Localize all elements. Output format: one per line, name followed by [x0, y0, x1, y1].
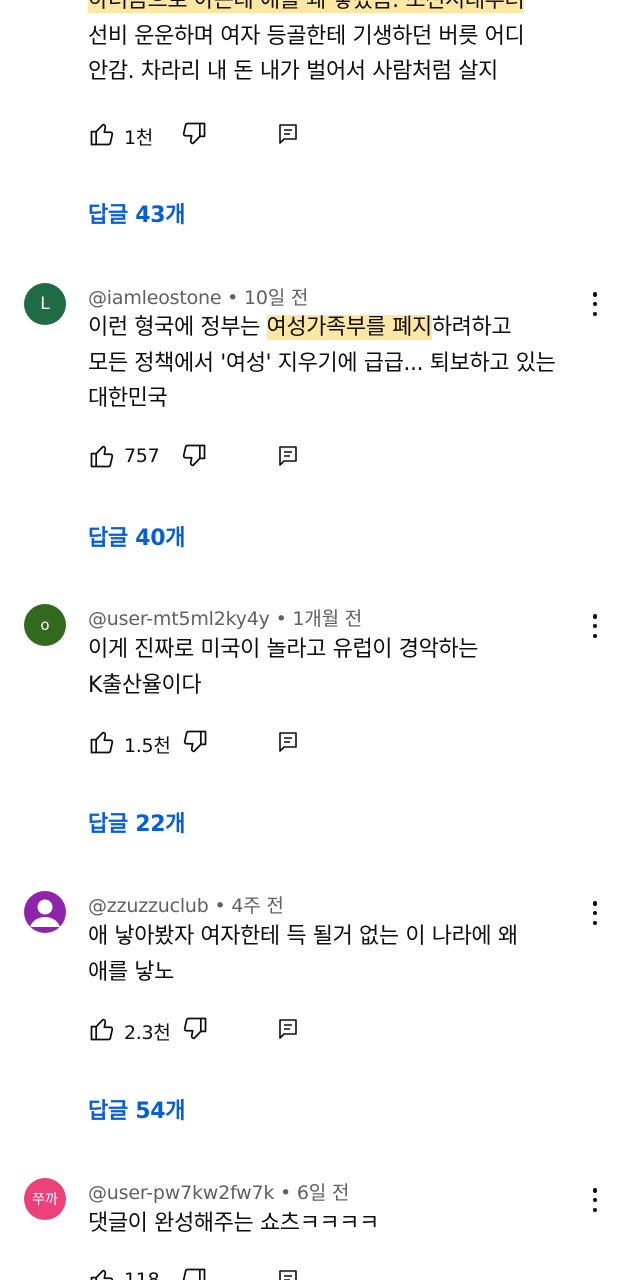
like-count: 118: [124, 1269, 160, 1280]
comment-text: 애 낳아봤자 여자한테 득 될거 없는 이 나라에 왜 애를 낳노: [88, 919, 598, 990]
like-count: 757: [124, 445, 160, 467]
comment-text-line: 애 낳아봤자 여자한테 득 될거 없는 이 나라에 왜: [88, 924, 518, 949]
comment-actions: 1.5천: [88, 728, 508, 758]
username[interactable]: @iamleostone: [88, 287, 222, 309]
view-replies-link[interactable]: 답글 40개: [88, 520, 186, 552]
view-replies-link[interactable]: 답글 22개: [88, 806, 186, 838]
thumbs-up-icon[interactable]: [88, 1266, 116, 1280]
separator-dot: •: [214, 895, 232, 917]
view-replies-link[interactable]: 답글 54개: [88, 1093, 186, 1125]
reply-comment-icon[interactable]: [276, 444, 300, 468]
avatar[interactable]: L: [24, 283, 66, 325]
separator-dot: •: [227, 287, 245, 309]
comment-text: 이게 진짜로 미국이 놀라고 유럽이 경악하는 K출산율이다: [88, 632, 598, 703]
text-segment: 이런 형국에 정부는: [88, 315, 267, 340]
comment-text-line: 이게 진짜로 미국이 놀라고 유럽이 경악하는: [88, 637, 479, 662]
like-count: 1.5천: [124, 735, 171, 757]
thumbs-down-icon[interactable]: [181, 1015, 209, 1043]
thumbs-up-icon[interactable]: [88, 1015, 116, 1043]
reply-comment-icon[interactable]: [276, 122, 300, 146]
like-count: 2.3천: [124, 1022, 171, 1044]
username[interactable]: @zzuzzuclub: [88, 895, 209, 917]
thumbs-up-icon[interactable]: [88, 442, 116, 470]
thumbs-up-icon[interactable]: [88, 120, 116, 148]
comment-header: @zzuzzuclub • 4주 전: [88, 891, 284, 918]
highlighted-text: 여성가족부를 폐지: [266, 315, 432, 340]
comment-header: @iamleostone • 10일 전: [88, 283, 308, 310]
view-replies-link[interactable]: 답글 43개: [88, 197, 186, 229]
comment-actions: 1천: [88, 120, 508, 150]
comment-text: 하녀쯤으로 아는데 애를 왜 낳겠음. 조선시대부터 선비 운운하며 여자 등골…: [88, 0, 598, 90]
reply-comment-icon[interactable]: [276, 1017, 300, 1041]
default-user-icon: [30, 899, 60, 927]
avatar[interactable]: 쭈까: [24, 1178, 66, 1220]
separator-dot: •: [280, 1182, 297, 1204]
comment-actions: 757: [88, 442, 508, 472]
comment-header: @user-mt5ml2ky4y • 1개월 전: [88, 604, 362, 631]
comment-text: 댓글이 완성해주는 쇼츠ㅋㅋㅋㅋ: [88, 1206, 598, 1242]
avatar[interactable]: o: [24, 604, 66, 646]
reply-comment-icon[interactable]: [276, 1268, 300, 1280]
comment-text-line: K출산율이다: [88, 672, 202, 698]
comment-text-line: 대한민국: [88, 386, 168, 411]
thumbs-down-icon[interactable]: [181, 728, 209, 756]
comment-time: 1개월 전: [292, 608, 362, 630]
comment-time: 6일 전: [296, 1182, 350, 1204]
comment-text-line: 안감. 차라리 내 돈 내가 벌어서 사람처럼 살지: [88, 59, 498, 84]
comment-text-line: 댓글이 완성해주는 쇼츠ㅋㅋㅋㅋ: [88, 1211, 379, 1236]
comment-actions: 118: [88, 1266, 508, 1280]
comment-time: 4주 전: [231, 895, 284, 917]
thumbs-up-icon[interactable]: [88, 728, 116, 756]
username[interactable]: @user-mt5ml2ky4y: [88, 608, 270, 630]
comment-text-line: 모든 정책에서 '여성' 지우기에 급급... 퇴보하고 있는: [88, 350, 556, 376]
comment-text-line: 선비 운운하며 여자 등골한테 기생하던 버릇 어디: [88, 23, 525, 49]
text-segment: 하려하고: [431, 315, 512, 340]
comments-screen: 하녀쯤으로 아는데 애를 왜 낳겠음. 조선시대부터 선비 운운하며 여자 등골…: [0, 0, 640, 1280]
thumbs-down-icon[interactable]: [180, 442, 208, 470]
thumbs-down-icon[interactable]: [180, 1266, 208, 1280]
avatar[interactable]: [24, 891, 66, 933]
comment-text-line: 이런 형국에 정부는 여성가족부를 폐지하려하고: [88, 310, 598, 346]
comment-text-line: 애를 낳노: [88, 959, 174, 985]
comment-text: 이런 형국에 정부는 여성가족부를 폐지하려하고 모든 정책에서 '여성' 지우…: [88, 310, 598, 417]
username[interactable]: @user-pw7kw2fw7k: [88, 1182, 274, 1204]
comment-text-line: 하녀쯤으로 아는데 애를 왜 낳겠음. 조선시대부터: [88, 0, 525, 13]
separator-dot: •: [275, 608, 293, 630]
comment-time: 10일 전: [244, 287, 309, 309]
comment-actions: 2.3천: [88, 1015, 508, 1045]
thumbs-down-icon[interactable]: [180, 120, 208, 148]
reply-comment-icon[interactable]: [276, 730, 300, 754]
comment-header: @user-pw7kw2fw7k • 6일 전: [88, 1178, 349, 1205]
like-count: 1천: [124, 127, 153, 149]
